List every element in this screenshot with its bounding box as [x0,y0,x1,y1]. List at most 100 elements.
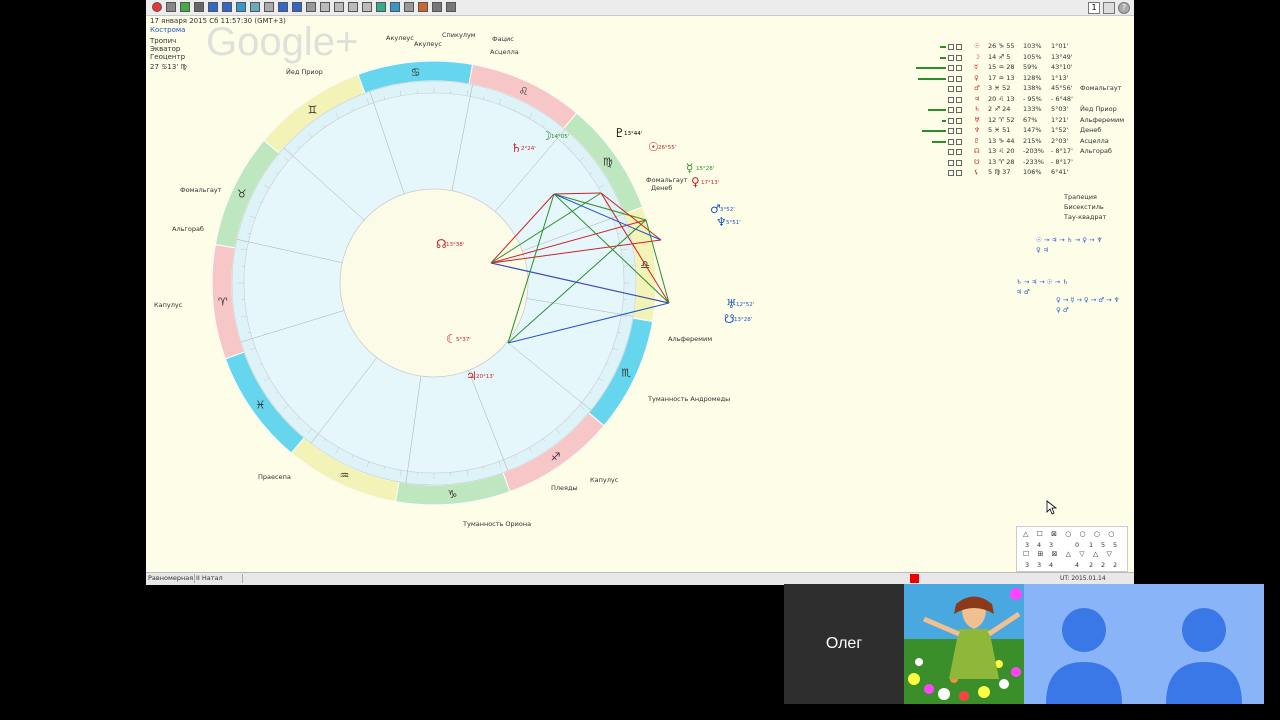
planet-glyph[interactable]: ♀ [691,175,700,189]
planet-position-row[interactable]: ☉ 26 ♑ 55 103% 1°01' [908,42,1128,53]
position-pos: 14 ♐ 5 [988,52,1011,61]
toolbar-button[interactable] [278,2,288,12]
position-pos: 2 ♐ 24 [988,105,1011,113]
position-star: Альгораб [1080,147,1112,155]
fixed-star-label: Туманность Ориона [463,520,532,528]
planet-position-row[interactable]: ☿ 15 ♒ 28 59% 43°10' [908,63,1128,74]
participant-tile-anonymous[interactable] [1024,584,1144,704]
planet-position-row[interactable]: ☽ 14 ♐ 5 105% 13°49' [908,53,1128,64]
zodiac-sign-glyph: ♉ [237,187,247,200]
position-star: Асцелла [1080,136,1109,145]
toolbar-button[interactable] [432,2,442,12]
planet-position-row[interactable]: ♇ 13 ♑ 44 215% 2°03' Асцелла [908,137,1128,148]
aspect-box [956,128,962,134]
stack-icon[interactable] [1103,1,1115,14]
toolbar-button[interactable] [166,2,176,12]
participant-tile-cartoon[interactable] [904,584,1024,704]
position-orb: 5°03' [1051,105,1069,113]
planet-position-row[interactable]: ♄ 2 ♐ 24 133% 5°03' Йед Приор [908,105,1128,116]
element-icons: △ ☐ ⊠ ○ ○ ○ ○ [1023,530,1118,538]
toolbar-button[interactable] [446,2,456,12]
position-planet: ♄ [974,105,980,113]
count-value: 2 [1113,561,1118,569]
planet-degree-label: 13°38' [446,242,464,248]
planet-degree-label: 14°05' [551,134,569,140]
toolbar-button[interactable] [404,2,414,12]
dispositor-chain: ♀ → ☿ → ♀ → ♂ → ♆ [1056,296,1120,304]
fixed-star-label: Спикулум [442,31,476,39]
toolbar-button[interactable] [418,2,428,12]
aspect-box [956,170,962,176]
position-orb: 2°03' [1051,136,1069,145]
aspect-box [948,117,954,124]
toolbar-button[interactable] [152,2,162,12]
planet-position-row[interactable]: ♀ 17 ♒ 13 128% 1°13' [908,74,1128,85]
toolbar-button[interactable] [334,2,344,12]
dispositor-chain: ☉ → ♃ → ♄ → ♀ → ♆ [1036,236,1103,244]
toolbar-button[interactable] [362,2,372,12]
position-orb: - 8°17' [1051,147,1073,155]
toolbar-button[interactable] [306,2,316,12]
participant-tile-anonymous[interactable] [1144,584,1264,704]
fixed-star-label: Капулус [154,301,183,309]
dispositor-chain: ♀ ♂ [1056,306,1069,314]
planet-position-row[interactable]: ♂ 3 ♓ 52 138% 45°56' Фомальгаут [908,84,1128,95]
planet-position-row[interactable]: ☊ 13 ♌ 20 -203% - 8°17' Альгораб [908,147,1128,158]
fixed-star-label: Капулус [590,476,619,484]
toolbar-button[interactable] [236,2,246,12]
toolbar-button[interactable] [376,2,386,12]
participant-tile-oleg[interactable]: Олег [784,584,904,704]
dispositor-chain: ♀ ♃ [1036,246,1049,254]
planet-position-row[interactable]: ♃ 20 ♌ 13 - 95% - 6°48' [908,95,1128,106]
toolbar-button[interactable] [348,2,358,12]
position-star: Фомальгаут [1080,84,1122,92]
page-number-button[interactable]: 1 [1088,1,1100,14]
toolbar-button[interactable] [292,2,302,12]
planet-degree-label: 2°24' [521,146,536,152]
position-pos: 17 ♒ 13 [988,73,1015,82]
planet-position-row[interactable]: ♆ 5 ♓ 51 147% 1°52' Денеб [908,126,1128,137]
position-planet: ☿ [974,63,978,71]
strength-bar [928,109,946,111]
zodiac-sign-glyph: ♋ [411,66,421,79]
toolbar-button[interactable] [320,2,330,12]
toolbar-button[interactable] [194,2,204,12]
count-value: 1 [1089,541,1094,549]
position-planet: ♅ [974,115,980,124]
fixed-star-label: Туманность Андромеды [648,395,731,403]
planet-position-row[interactable]: ⚸ 5 ♍ 37 106% 6°41' [908,168,1128,179]
zodiac-sign-glyph: ♌ [519,85,529,98]
aspect-box [956,44,962,50]
strength-bar [932,140,946,143]
position-pct: - 95% [1023,94,1042,103]
help-button[interactable]: ? [1118,1,1130,14]
toolbar-button[interactable] [222,2,232,12]
position-pos: 13 ♈ 28 [988,157,1015,166]
planet-position-row[interactable]: ♅ 12 ♈ 52 67% 1°21' Альферемим [908,116,1128,127]
fixed-star-label: Фомальгаут [646,176,688,184]
natal-chart-wheel[interactable]: ♈♉♊♋♌♍♎♏♐♑♒♓☽14°05'♇13°44'☉26°55'♄2°24'☿… [146,15,846,555]
planet-degree-label: 5°51' [726,220,741,226]
toolbar-button[interactable] [208,2,218,12]
position-pct: 128% [1023,73,1042,82]
position-planet: ☊ [974,147,980,155]
strength-bar [916,67,946,69]
aspect-box [948,138,954,145]
toolbar-button[interactable] [180,2,190,12]
planet-positions-table: ☉ 26 ♑ 55 103% 1°01' ☽ 14 ♐ 5 105% 13°49' ☿ 15 ♒ … [908,42,1128,179]
zodiac-sign-glyph: ♍ [603,155,613,168]
aspect-box [948,128,954,134]
toolbar-button[interactable] [250,2,260,12]
dispositor-chain: ♃ ♂ [1016,288,1030,296]
configuration-label: Бисекстиль [1064,203,1104,211]
position-pos: 3 ♓ 52 [988,84,1011,92]
aspect-box [948,75,954,82]
toolbar: 1 ? [146,0,1134,16]
video-call-strip: Олег [784,584,1264,704]
toolbar-button[interactable] [390,2,400,12]
planet-glyph[interactable]: ☿ [686,161,693,175]
status-utc-time: UT: 2015.01.14 20:10:59 [1060,575,1106,591]
position-pos: 13 ♑ 44 [988,136,1015,145]
planet-position-row[interactable]: ☋ 13 ♈ 28 -233% - 8°17' [908,158,1128,169]
toolbar-button[interactable] [264,2,274,12]
